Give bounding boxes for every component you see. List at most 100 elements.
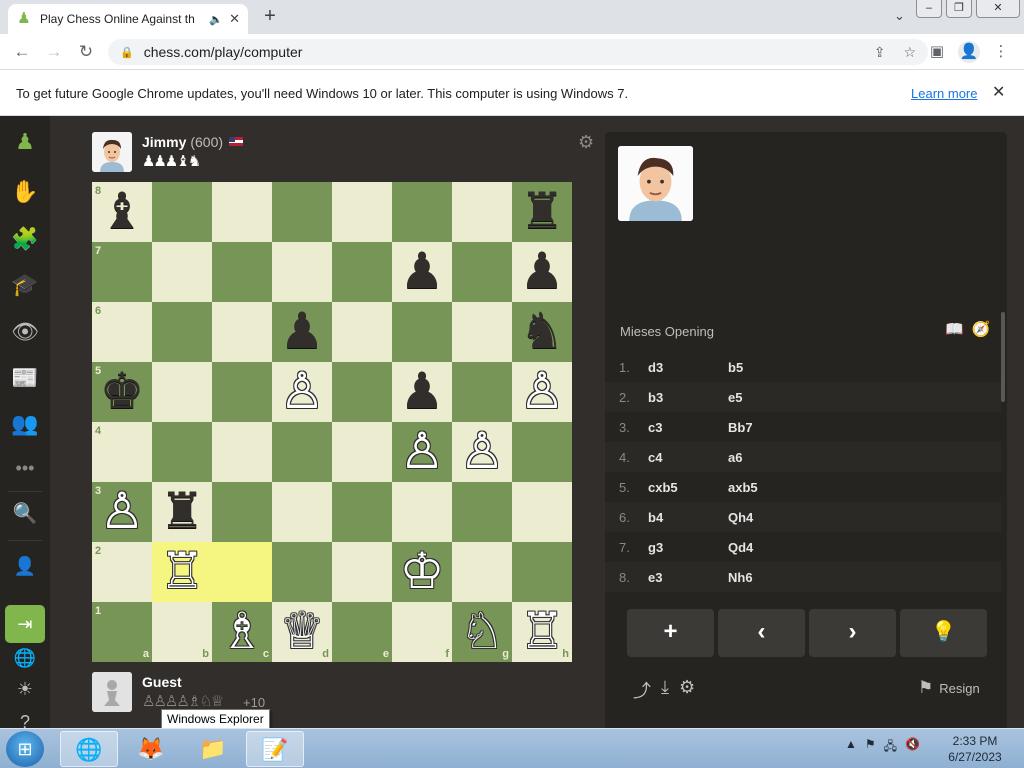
top-player-name[interactable]: Jimmy (600) <box>142 134 244 150</box>
network-icon[interactable]: 🖧 <box>884 737 897 758</box>
lock-icon[interactable]: 🔒 <box>120 46 134 59</box>
menu-dots-icon[interactable]: ⋮ <box>990 41 1012 63</box>
black-move[interactable]: Qd4 <box>728 540 753 555</box>
square-b5[interactable] <box>152 362 212 422</box>
previous-move-button[interactable]: ‹ <box>718 609 805 657</box>
white-piece-f2[interactable]: ♔ <box>392 542 452 602</box>
square-d7[interactable] <box>272 242 332 302</box>
profile-icon[interactable]: 👤 <box>958 41 980 63</box>
play-hand-icon[interactable]: ✋ <box>9 176 41 208</box>
book-icon[interactable]: 📖 <box>945 321 972 338</box>
square-b6[interactable] <box>152 302 212 362</box>
white-move[interactable]: e3 <box>648 570 662 585</box>
square-d3[interactable] <box>272 482 332 542</box>
firefox-taskbar-icon[interactable]: 🦊 <box>122 731 180 767</box>
square-d8[interactable] <box>272 182 332 242</box>
square-b4[interactable] <box>152 422 212 482</box>
guest-avatar[interactable] <box>92 672 132 712</box>
side-panel-icon[interactable]: ▣ <box>926 41 948 63</box>
white-piece-a3[interactable]: ♙ <box>92 482 152 542</box>
add-friend-icon[interactable]: 👤 <box>9 550 41 582</box>
square-g5[interactable] <box>452 362 512 422</box>
black-piece-a8[interactable]: ♝ <box>92 182 152 242</box>
search-icon[interactable]: 🔍 <box>9 498 41 530</box>
hint-lightbulb-button[interactable]: 💡 <box>900 609 987 657</box>
resign-button[interactable]: ⚑ Resign <box>918 678 980 698</box>
square-a4[interactable]: 4 <box>92 422 152 482</box>
square-a6[interactable]: 6 <box>92 302 152 362</box>
puzzle-icon[interactable]: 🧩 <box>9 223 41 255</box>
square-c4[interactable] <box>212 422 272 482</box>
move-list-scrollbar[interactable] <box>1001 312 1005 402</box>
square-e7[interactable] <box>332 242 392 302</box>
new-game-button[interactable]: + <box>627 609 714 657</box>
browser-tab[interactable]: ♟ Play Chess Online Against th 🔈 ✕ <box>8 4 248 34</box>
tray-expand-icon[interactable]: ▲ <box>845 737 857 758</box>
square-g3[interactable] <box>452 482 512 542</box>
square-e1[interactable]: e <box>332 602 392 662</box>
volume-muted-icon[interactable]: 🔇 <box>905 737 920 758</box>
black-move[interactable]: axb5 <box>728 480 758 495</box>
restore-button[interactable]: ❐ <box>946 0 972 18</box>
white-piece-b2[interactable]: ♖ <box>152 542 212 602</box>
white-piece-d5[interactable]: ♙ <box>272 362 332 422</box>
bottom-player-name[interactable]: Guest <box>142 674 182 690</box>
action-center-icon[interactable]: ⚑ <box>865 737 876 758</box>
white-move[interactable]: d3 <box>648 360 663 375</box>
bot-avatar[interactable] <box>92 132 132 172</box>
square-c8[interactable] <box>212 182 272 242</box>
white-piece-h5[interactable]: ♙ <box>512 362 572 422</box>
infobar-close-icon[interactable]: ✕ <box>992 82 1005 102</box>
black-move[interactable]: a6 <box>728 450 742 465</box>
audio-playing-icon[interactable]: 🔈 <box>209 13 223 26</box>
square-h3[interactable] <box>512 482 572 542</box>
white-piece-f4[interactable]: ♙ <box>392 422 452 482</box>
white-piece-c1[interactable]: ♗ <box>212 602 272 662</box>
white-move[interactable]: c3 <box>648 420 662 435</box>
chevron-down-icon[interactable]: ⌄ <box>894 8 905 24</box>
window-close-button[interactable]: ✕ <box>976 0 1020 18</box>
start-button[interactable]: ⊞ <box>6 731 44 767</box>
square-f8[interactable] <box>392 182 452 242</box>
square-f1[interactable]: f <box>392 602 452 662</box>
white-move[interactable]: c4 <box>648 450 662 465</box>
black-move[interactable]: Nh6 <box>728 570 753 585</box>
black-piece-h7[interactable]: ♟ <box>512 242 572 302</box>
square-g6[interactable] <box>452 302 512 362</box>
notepad-taskbar-icon[interactable]: 📝 <box>246 731 304 767</box>
learn-more-link[interactable]: Learn more <box>911 86 977 101</box>
white-piece-g1[interactable]: ♘ <box>452 602 512 662</box>
black-piece-a5[interactable]: ♚ <box>92 362 152 422</box>
help-icon[interactable]: ? <box>9 706 41 728</box>
minimize-button[interactable]: – <box>916 0 942 18</box>
square-c2[interactable] <box>212 542 272 602</box>
globe-icon[interactable]: 🌐 <box>9 642 41 674</box>
taskbar-clock[interactable]: 2:33 PM 6/27/2023 <box>940 733 1010 765</box>
share-icon[interactable]: ⤴ <box>633 677 651 703</box>
square-b8[interactable] <box>152 182 212 242</box>
square-a7[interactable]: 7 <box>92 242 152 302</box>
square-f6[interactable] <box>392 302 452 362</box>
black-move[interactable]: Qh4 <box>728 510 753 525</box>
black-piece-f7[interactable]: ♟ <box>392 242 452 302</box>
black-move[interactable]: b5 <box>728 360 743 375</box>
download-icon[interactable]: ⤓ <box>661 677 669 703</box>
share-icon[interactable]: ⇪ <box>874 44 886 61</box>
back-arrow-icon[interactable]: ← <box>10 40 34 64</box>
black-piece-b3[interactable]: ♜ <box>152 482 212 542</box>
white-piece-g4[interactable]: ♙ <box>452 422 512 482</box>
windows-explorer-taskbar-icon[interactable]: 📁 <box>184 731 242 767</box>
bookmark-star-icon[interactable]: ☆ <box>903 44 916 61</box>
address-bar[interactable]: 🔒 chess.com/play/computer ⇪ ☆ <box>108 39 928 65</box>
move-list[interactable]: 1. d3 b5 2. b3 e5 3. c3 Bb7 4. c4 a6 5. cxb5 axb5 6. b4 Q… <box>605 352 1001 592</box>
square-e5[interactable] <box>332 362 392 422</box>
next-move-button[interactable]: › <box>809 609 896 657</box>
new-tab-button[interactable]: + <box>258 5 282 29</box>
reload-icon[interactable]: ↻ <box>74 40 98 64</box>
square-d4[interactable] <box>272 422 332 482</box>
white-move[interactable]: g3 <box>648 540 663 555</box>
theme-sun-icon[interactable]: ☀ <box>9 673 41 705</box>
tab-close-icon[interactable]: ✕ <box>229 11 240 27</box>
black-piece-h8[interactable]: ♜ <box>512 182 572 242</box>
square-c7[interactable] <box>212 242 272 302</box>
